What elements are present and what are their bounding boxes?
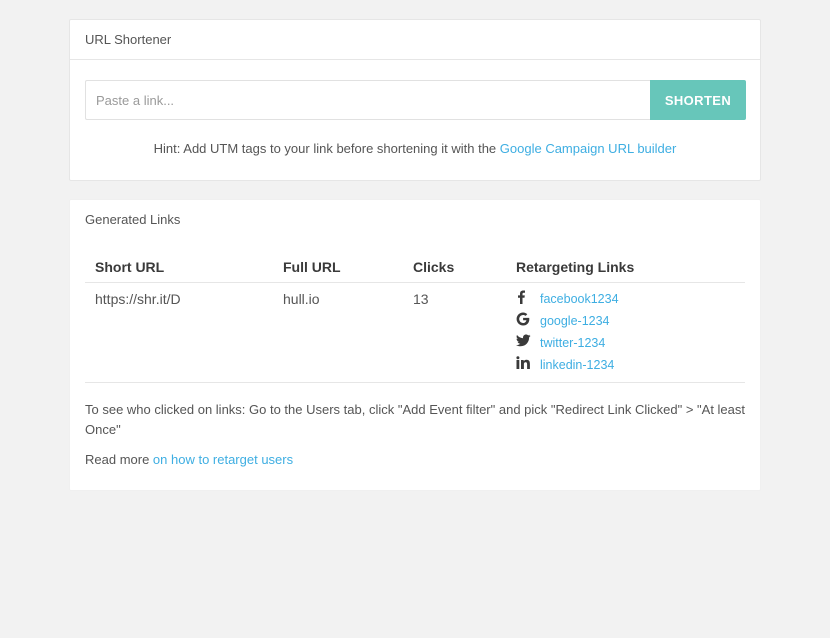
linkedin-icon [516,356,540,373]
url-shortener-panel: URL Shortener SHORTEN Hint: Add UTM tags… [69,19,761,181]
column-header-clicks: Clicks [403,252,506,283]
twitter-icon [516,334,540,351]
generated-links-title: Generated Links [85,212,181,227]
short-url-cell: https://shr.it/D [85,282,273,383]
column-header-full-url: Full URL [273,252,403,283]
column-header-short-url: Short URL [85,252,273,283]
url-shortener-title: URL Shortener [70,20,760,60]
retargeting-instructions: To see who clicked on links: Go to the U… [85,402,746,437]
generated-links-panel: Generated Links Short URL Full URL Click… [69,199,761,491]
retargeting-link-facebook[interactable]: facebook1234 [540,292,619,306]
read-more-text: Read more [85,452,153,467]
shorten-button[interactable]: SHORTEN [650,80,746,120]
table-row: https://shr.it/D hull.io 13 facebook1234 [85,282,745,383]
retargeting-link-google[interactable]: google-1234 [540,314,610,328]
google-campaign-link[interactable]: Google Campaign URL builder [500,141,677,156]
link-input[interactable] [85,80,650,120]
table-header-row: Short URL Full URL Clicks Retargeting Li… [85,252,745,283]
google-icon [516,312,540,330]
links-table: Short URL Full URL Clicks Retargeting Li… [85,252,745,383]
retargeting-link-twitter[interactable]: twitter-1234 [540,336,605,350]
utm-hint: Hint: Add UTM tags to your link before s… [70,141,760,156]
clicks-cell: 13 [403,282,506,383]
retargeting-item-twitter: twitter-1234 [516,332,735,354]
facebook-icon [516,290,540,308]
column-header-retargeting: Retargeting Links [506,252,745,283]
retarget-users-link[interactable]: on how to retarget users [153,452,293,467]
retargeting-item-google: google-1234 [516,310,735,332]
shorten-form: SHORTEN [85,80,746,121]
retargeting-item-facebook: facebook1234 [516,288,735,310]
retargeting-item-linkedin: linkedin-1234 [516,354,735,376]
retargeting-cell: facebook1234 google-1234 twitter-1234 li… [506,282,745,383]
full-url-cell: hull.io [273,282,403,383]
hint-text: Hint: Add UTM tags to your link before s… [153,141,500,156]
read-more: Read more on how to retarget users [85,450,745,470]
retargeting-link-linkedin[interactable]: linkedin-1234 [540,358,614,372]
